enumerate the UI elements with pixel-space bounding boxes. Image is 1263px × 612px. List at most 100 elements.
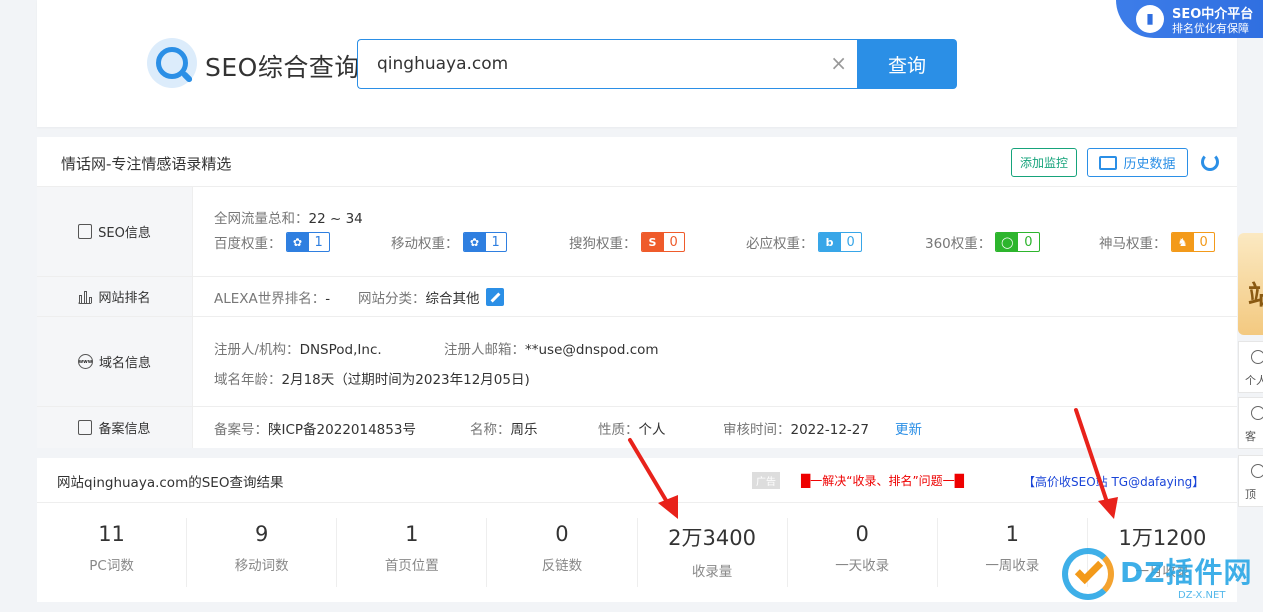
icp-number-label: 备案号：: [214, 422, 268, 438]
domain-info-label-text: 域名信息: [98, 356, 151, 371]
update-link[interactable]: 更新: [895, 418, 922, 438]
history-data-button[interactable]: 历史数据: [1087, 148, 1188, 177]
stat-indexed[interactable]: 2万3400 收录量: [638, 518, 788, 587]
weight-value: 0: [846, 234, 855, 250]
annotation-arrow-2: [1074, 408, 1118, 519]
promo-badge[interactable]: ▮ SEO中介平台 排名优化有保障: [1116, 0, 1263, 38]
icp-audit-time: 审核时间：2022-12-27: [723, 418, 869, 438]
weight-bing[interactable]: 必应权重： b0: [746, 232, 862, 252]
seo-logo-icon[interactable]: [147, 38, 197, 88]
side-ad-char: 站: [1248, 281, 1263, 311]
baidu-paw-icon: ✿: [286, 233, 309, 251]
baidu-paw-icon: ✿: [463, 233, 486, 251]
stat-homepage-position[interactable]: 1 首页位置: [337, 518, 488, 587]
history-icon: [1099, 155, 1118, 170]
bing-icon: b: [818, 233, 841, 251]
weight-label: 神马权重：: [1099, 236, 1167, 252]
annotation-arrow-1: [628, 438, 678, 519]
document-icon: [78, 224, 93, 239]
site-info-card: 情话网-专注情感语录精选 添加监控 历史数据 SEO信息 全网流量总和：22 ~…: [37, 137, 1237, 448]
baidu-weight-badge[interactable]: ✿ 1: [285, 232, 330, 252]
icp-audit-value: 2022-12-27: [790, 422, 869, 438]
side-ad[interactable]: 站: [1238, 233, 1263, 335]
watermark-logo: DZ插件网 DZ-X.NET: [1060, 543, 1263, 612]
domain-info-content: 注册人/机构：DNSPod,Inc. 注册人邮箱：**use@dnspod.co…: [214, 317, 1237, 406]
edit-icon[interactable]: [485, 288, 504, 306]
registrant-email: 注册人邮箱：**use@dnspod.com: [444, 338, 659, 358]
bing-weight-badge[interactable]: b0: [817, 232, 862, 252]
user-icon: [1251, 350, 1263, 364]
watermark-url: DZ-X.NET: [1178, 590, 1226, 601]
shenma-weight-badge[interactable]: ♞ 0: [1170, 232, 1215, 252]
age-value: 2月18天（过期时间为2023年12月05日): [281, 372, 530, 388]
stat-value: 11: [98, 522, 125, 546]
weight-value: 0: [1024, 234, 1033, 250]
icp-audit-label: 审核时间：: [723, 422, 791, 438]
side-item-service[interactable]: 客: [1238, 397, 1263, 449]
site-name: 情话网-专注情感语录精选: [61, 155, 232, 173]
add-monitor-button[interactable]: 添加监控: [1011, 148, 1077, 177]
stat-mobile-keywords[interactable]: 9 移动词数: [187, 518, 338, 587]
refresh-icon[interactable]: [1201, 153, 1219, 171]
weight-label: 必应权重：: [746, 236, 814, 252]
traffic-value: 22 ~ 34: [308, 211, 363, 227]
stat-value: 9: [255, 522, 269, 546]
stat-backlinks[interactable]: 0 反链数: [487, 518, 638, 587]
mobile-weight-badge[interactable]: ✿ 1: [462, 232, 507, 252]
alexa-rank: ALEXA世界排名：-: [214, 287, 330, 307]
results-title: 网站qinghuaya.com的SEO查询结果: [57, 475, 284, 491]
weight-sogou[interactable]: 搜狗权重： S0: [569, 232, 685, 252]
promo-subtitle: 排名优化有保障: [1172, 22, 1249, 35]
weight-value: 1: [491, 234, 500, 250]
weight-shenma[interactable]: 神马权重： ♞ 0: [1099, 232, 1215, 252]
email-value: **use@dnspod.com: [525, 342, 659, 358]
www-icon: www: [77, 354, 93, 369]
search-input-value[interactable]: qinghuaya.com: [377, 54, 508, 74]
weight-360[interactable]: 360权重： ◯ 0: [925, 232, 1040, 252]
stat-label: 收录量: [691, 564, 733, 580]
stat-label: 一天收录: [835, 558, 890, 574]
side-item-label: 顶: [1245, 488, 1256, 501]
traffic-label: 全网流量总和：: [214, 211, 309, 227]
search-button[interactable]: 查询: [857, 39, 957, 89]
stat-indexed-day[interactable]: 0 一天收录: [788, 518, 938, 587]
ad-link-1[interactable]: █一解决“收录、排名”问题一█: [801, 472, 964, 489]
weight-value: 1: [314, 234, 323, 250]
side-item-top[interactable]: 顶: [1238, 455, 1263, 507]
weight-label: 移动权重：: [391, 236, 459, 252]
traffic-total: 全网流量总和：22 ~ 34: [214, 207, 363, 227]
icp-name-value: 周乐: [510, 422, 538, 438]
site-rank-label: 网站排名: [37, 277, 193, 316]
icp-info-label: 备案信息: [37, 407, 193, 448]
seo-info-label: SEO信息: [37, 187, 193, 276]
sogou-icon: S: [641, 233, 664, 251]
clear-icon[interactable]: ×: [830, 53, 847, 73]
sogou-weight-badge[interactable]: S0: [640, 232, 685, 252]
weight-mobile[interactable]: 移动权重： ✿ 1: [391, 232, 507, 252]
shenma-icon: ♞: [1171, 233, 1194, 251]
header-card: SEO综合查询 qinghuaya.com × 查询 ▮ SEO中介平台 排名优…: [37, 0, 1263, 127]
site-rank-label-text: 网站排名: [98, 291, 151, 306]
history-label: 历史数据: [1123, 157, 1176, 172]
weight-value: 0: [1199, 234, 1208, 250]
site-rank-row: 网站排名 ALEXA世界排名：- 网站分类：综合其他: [37, 277, 1237, 317]
stat-value: 1: [405, 522, 419, 546]
weight-baidu[interactable]: 百度权重： ✿ 1: [214, 232, 330, 252]
search-input[interactable]: qinghuaya.com ×: [357, 39, 857, 89]
stat-value: 0: [855, 522, 869, 546]
360-weight-badge[interactable]: ◯ 0: [995, 232, 1040, 252]
seo-info-label-text: SEO信息: [98, 226, 151, 241]
stat-label: 首页位置: [384, 558, 439, 574]
stat-label: PC词数: [89, 558, 134, 574]
stat-pc-keywords[interactable]: 11 PC词数: [37, 518, 188, 587]
ad-tag: 广告: [752, 472, 780, 489]
site-info-header: 情话网-专注情感语录精选 添加监控 历史数据: [37, 137, 1237, 187]
icp-name-label: 名称：: [470, 422, 511, 438]
chart-icon: ▮: [1136, 5, 1164, 33]
seo-info-content: 全网流量总和：22 ~ 34 百度权重： ✿ 1 移动权重： ✿ 1 搜狗权重： S…: [214, 187, 1237, 276]
side-item-personal[interactable]: 个人: [1238, 341, 1263, 393]
category-value: 综合其他: [425, 291, 480, 307]
icp-number: 备案号：陕ICP备2022014853号: [214, 418, 416, 438]
site-rank-content: ALEXA世界排名：- 网站分类：综合其他: [214, 277, 1237, 316]
home-icon: [1251, 406, 1263, 420]
